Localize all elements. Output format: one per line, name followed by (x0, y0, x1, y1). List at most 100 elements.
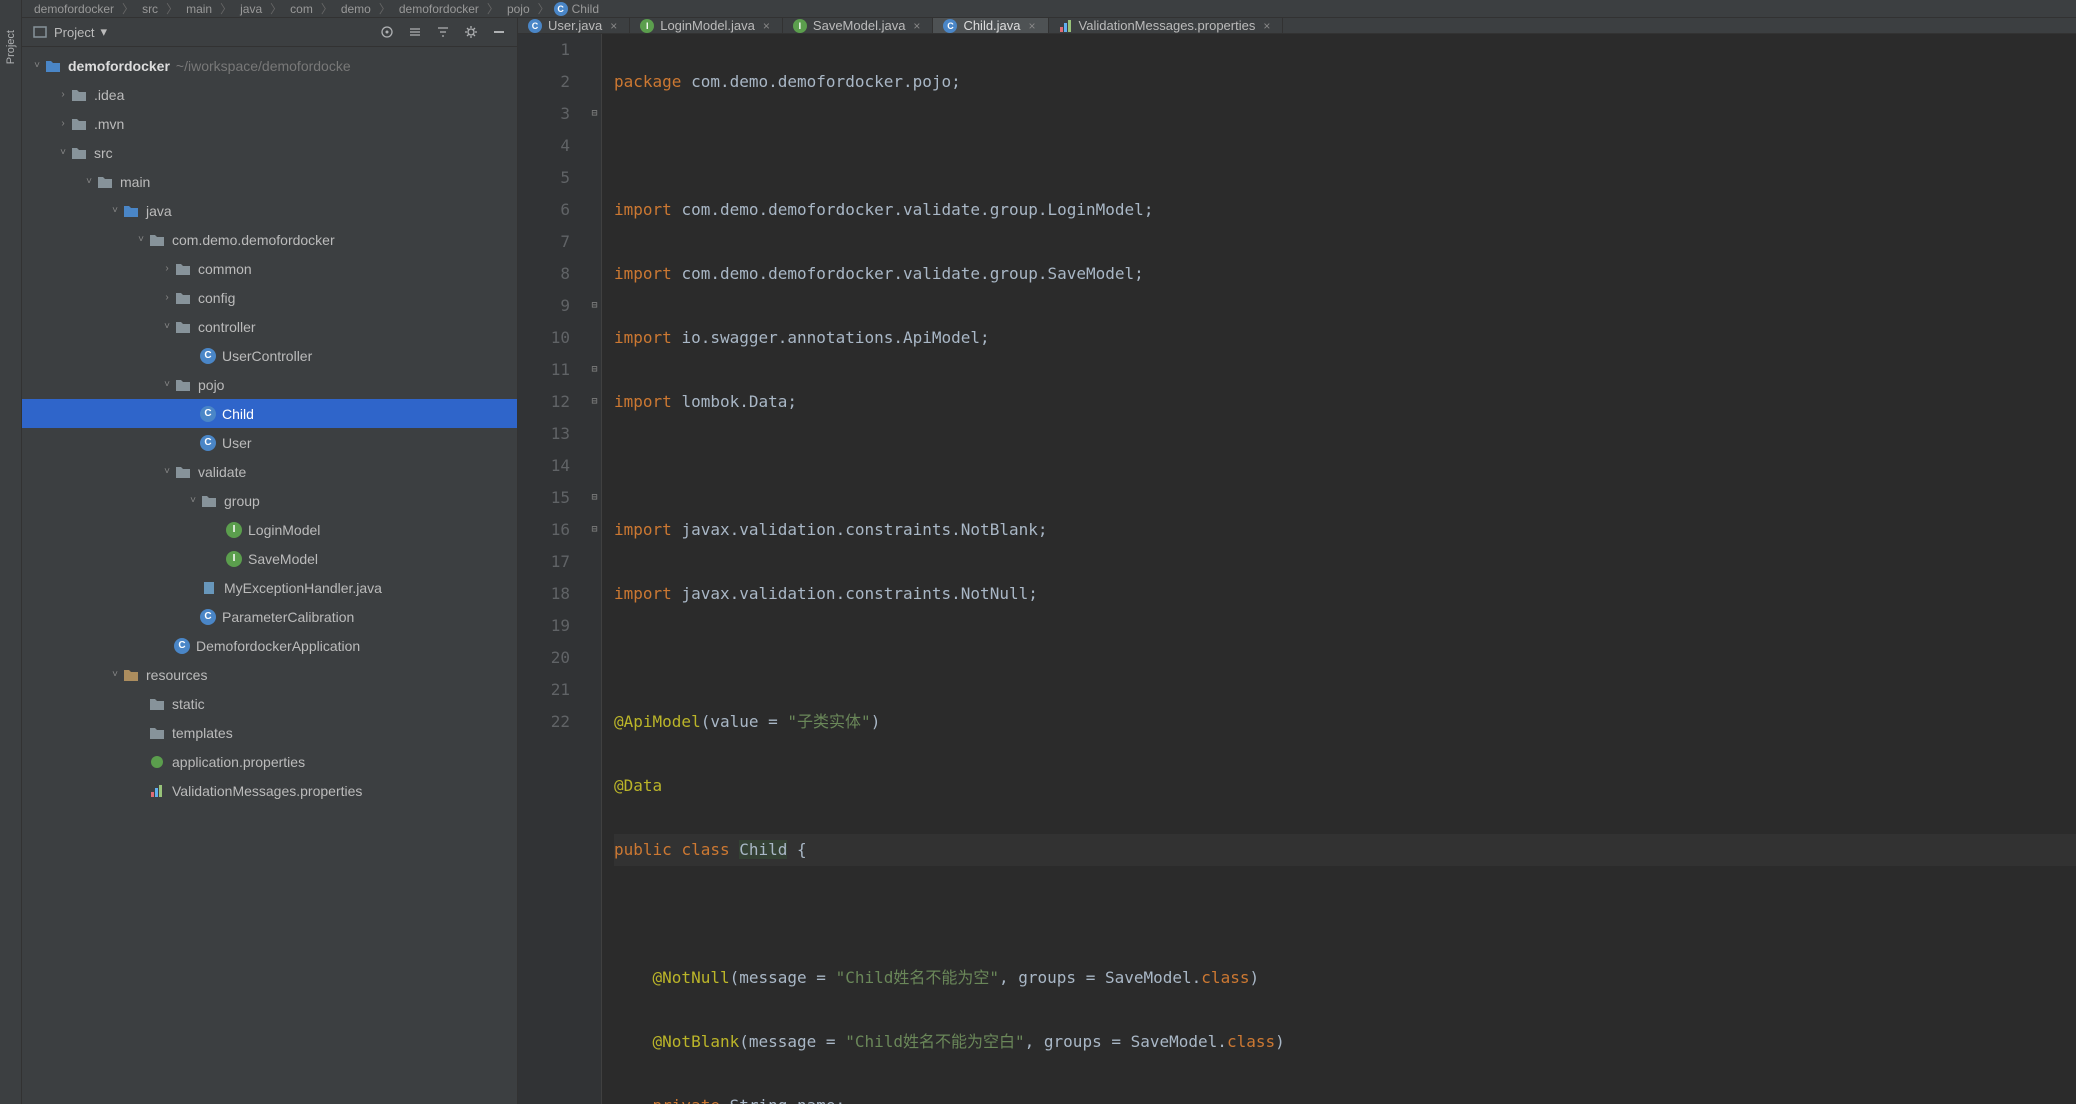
tree-item-main[interactable]: ˅ main (22, 167, 517, 196)
tree-item-demoapp[interactable]: C DemofordockerApplication (22, 631, 517, 660)
close-icon[interactable]: × (1261, 19, 1272, 33)
chevron-down-icon[interactable]: ˅ (160, 379, 174, 390)
project-selector[interactable]: Project ▾ (32, 24, 107, 40)
sidebar-header: Project ▾ (22, 18, 517, 47)
close-icon[interactable]: × (911, 19, 922, 33)
crumb[interactable]: src (138, 2, 162, 16)
crumb[interactable]: demofordocker (395, 2, 483, 16)
tree-item-valmsg[interactable]: ValidationMessages.properties (22, 776, 517, 805)
tree-item-controller[interactable]: ˅ controller (22, 312, 517, 341)
collapse-all-icon[interactable] (435, 24, 451, 40)
tree-item-validate[interactable]: ˅ validate (22, 457, 517, 486)
tree-item-templates[interactable]: templates (22, 718, 517, 747)
tree-item-group[interactable]: ˅ group (22, 486, 517, 515)
tree-label: src (94, 145, 113, 161)
tree-label: demofordocker (68, 58, 170, 74)
tree-item-static[interactable]: static (22, 689, 517, 718)
interface-icon: I (793, 19, 807, 33)
chevron-down-icon[interactable]: ˅ (108, 669, 122, 680)
tree-label: Child (222, 406, 254, 422)
project-tree[interactable]: ˅ demofordocker ~/iworkspace/demofordock… (22, 47, 517, 1104)
tab-savemodel[interactable]: I SaveModel.java × (783, 18, 934, 33)
tree-label: config (198, 290, 235, 306)
tree-label: java (146, 203, 172, 219)
tab-child[interactable]: C Child.java × (933, 18, 1048, 33)
folder-icon (70, 144, 88, 162)
class-icon: C (200, 348, 216, 364)
chevron-down-icon[interactable]: ˅ (30, 60, 44, 71)
class-icon: C (200, 406, 216, 422)
crumb[interactable]: demofordocker (30, 2, 118, 16)
tree-label: resources (146, 667, 207, 683)
close-icon[interactable]: × (608, 19, 619, 33)
tree-label: main (120, 174, 150, 190)
tab-user[interactable]: C User.java × (518, 18, 630, 33)
tree-item-common[interactable]: › common (22, 254, 517, 283)
tree-root[interactable]: ˅ demofordocker ~/iworkspace/demofordock… (22, 51, 517, 80)
tree-label: controller (198, 319, 256, 335)
chevron-down-icon[interactable]: ˅ (108, 205, 122, 216)
chevron-down-icon[interactable]: ˅ (134, 234, 148, 245)
tree-item-savemodel[interactable]: I SaveModel (22, 544, 517, 573)
tree-label: ValidationMessages.properties (172, 783, 362, 799)
project-tool-button[interactable]: Project (5, 30, 17, 64)
tab-label: User.java (548, 18, 602, 33)
chevron-down-icon: ▾ (100, 24, 107, 40)
tree-item-config[interactable]: › config (22, 283, 517, 312)
interface-icon: I (640, 19, 654, 33)
editor-tabs: C User.java × I LoginModel.java × I Save… (518, 18, 2076, 34)
crumb[interactable]: pojo (503, 2, 534, 16)
chevron-right-icon[interactable]: › (56, 89, 70, 100)
chevron-right-icon[interactable]: › (56, 118, 70, 129)
tree-item-appprops[interactable]: application.properties (22, 747, 517, 776)
gear-icon[interactable] (463, 24, 479, 40)
tree-item-child[interactable]: C Child (22, 399, 517, 428)
code-editor[interactable]: 12345678910111213141516171819202122 ⊟ ⊟ … (518, 34, 2076, 1104)
tree-item-src[interactable]: ˅ src (22, 138, 517, 167)
tab-validationmessages[interactable]: ValidationMessages.properties × (1049, 18, 1284, 33)
chevron-right-icon[interactable]: › (160, 263, 174, 274)
tab-loginmodel[interactable]: I LoginModel.java × (630, 18, 783, 33)
close-icon[interactable]: × (1027, 19, 1038, 33)
chevron-down-icon[interactable]: ˅ (160, 321, 174, 332)
chevron-down-icon[interactable]: ˅ (186, 495, 200, 506)
tree-item-paramcal[interactable]: C ParameterCalibration (22, 602, 517, 631)
tree-item-java[interactable]: ˅ java (22, 196, 517, 225)
tree-item-usercontroller[interactable]: C UserController (22, 341, 517, 370)
crumb[interactable]: com (286, 2, 317, 16)
tree-item-package[interactable]: ˅ com.demo.demofordocker (22, 225, 517, 254)
source-folder-icon (122, 202, 140, 220)
tree-label: static (172, 696, 205, 712)
tree-item-idea[interactable]: › .idea (22, 80, 517, 109)
tree-label: .idea (94, 87, 124, 103)
locate-icon[interactable] (379, 24, 395, 40)
crumb[interactable]: Child (568, 2, 603, 16)
tree-item-pojo[interactable]: ˅ pojo (22, 370, 517, 399)
package-icon (174, 318, 192, 336)
code-content[interactable]: package com.demo.demofordocker.pojo; imp… (602, 34, 2076, 1104)
crumb[interactable]: main (182, 2, 216, 16)
tree-item-resources[interactable]: ˅ resources (22, 660, 517, 689)
tree-item-exhandler[interactable]: MyExceptionHandler.java (22, 573, 517, 602)
module-icon (44, 57, 62, 75)
class-icon: C (554, 2, 568, 16)
hide-icon[interactable] (491, 24, 507, 40)
package-icon (200, 492, 218, 510)
tree-item-mvn[interactable]: › .mvn (22, 109, 517, 138)
tree-label: common (198, 261, 252, 277)
chevron-down-icon[interactable]: ˅ (82, 176, 96, 187)
properties-icon (1059, 19, 1073, 33)
tree-item-user[interactable]: C User (22, 428, 517, 457)
tree-item-loginmodel[interactable]: I LoginModel (22, 515, 517, 544)
fold-gutter[interactable]: ⊟ ⊟ ⊟⊟ ⊟⊟ (588, 34, 602, 1104)
expand-all-icon[interactable] (407, 24, 423, 40)
crumb[interactable]: java (236, 2, 266, 16)
chevron-right-icon[interactable]: › (160, 292, 174, 303)
tree-path: ~/iworkspace/demofordocke (176, 58, 351, 74)
chevron-down-icon[interactable]: ˅ (160, 466, 174, 477)
crumb[interactable]: demo (337, 2, 375, 16)
chevron-down-icon[interactable]: ˅ (56, 147, 70, 158)
close-icon[interactable]: × (761, 19, 772, 33)
class-icon: C (528, 19, 542, 33)
package-icon (148, 231, 166, 249)
